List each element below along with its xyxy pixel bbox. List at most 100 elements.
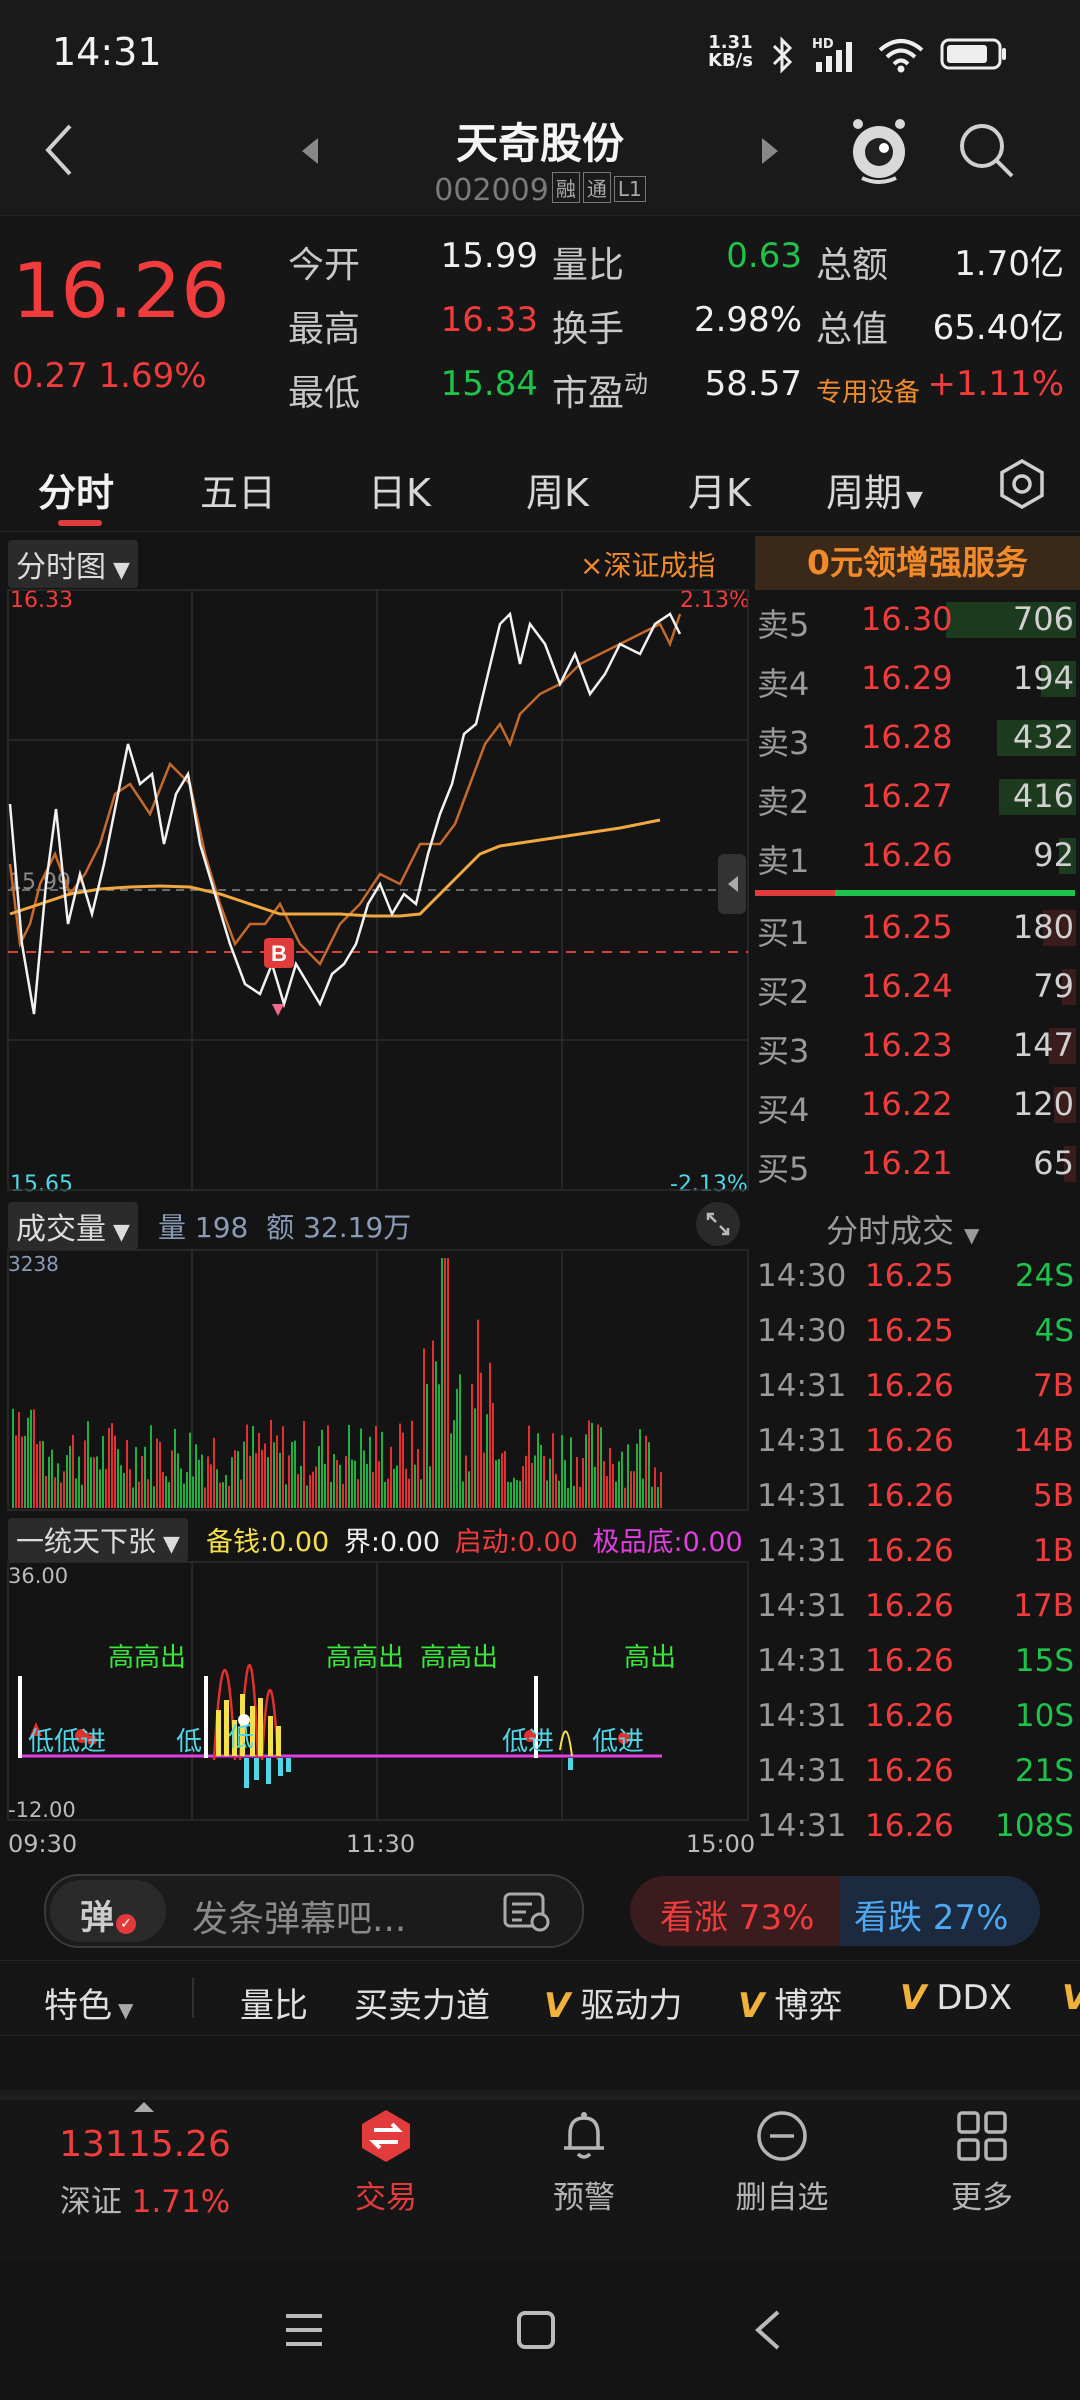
alert-button[interactable]: 预警 [524, 2108, 644, 2217]
tab-period[interactable]: 周期 ▼ [826, 462, 923, 517]
level-price: 16.26 [861, 836, 953, 874]
danmaku-toggle[interactable]: 弹 ✓ [50, 1880, 166, 1942]
volume-bar [111, 1423, 113, 1508]
trade-price: 16.26 [865, 1478, 954, 1514]
bid-row[interactable]: 买2 16.24 79 [755, 959, 1080, 1017]
volume-bar [69, 1445, 71, 1508]
chart-settings-icon[interactable] [994, 456, 1050, 512]
bear-vote-button[interactable]: 看跌 27% [840, 1876, 1040, 1946]
trade-button[interactable]: 交易 [326, 2108, 446, 2217]
ask-row[interactable]: 卖1 16.26 92 [755, 828, 1080, 886]
price-change: 0.27 1.69% [12, 356, 207, 396]
ask-row[interactable]: 卖2 16.27 416 [755, 769, 1080, 827]
sector-link[interactable]: 专用设备 [816, 372, 920, 409]
intraday-chart[interactable]: B [0, 584, 750, 1198]
home-icon[interactable] [516, 2310, 556, 2350]
index-row[interactable]: 深证 1.71% [0, 2176, 290, 2221]
market-cap-value: 65.40亿 [932, 308, 1064, 348]
menu-icon[interactable] [282, 2310, 326, 2350]
bull-vote-button[interactable]: 看涨 73% [630, 1876, 840, 1946]
indicator-panel-selector[interactable]: 一统天下张 ▼ [8, 1518, 188, 1562]
volume-ratio-label: 量比 [552, 245, 625, 286]
volume-bar [474, 1408, 476, 1508]
indicator-value-3: 启动:0.00 [454, 1527, 578, 1558]
volume-bar [114, 1435, 116, 1508]
trade-row: 14:31 16.26 5B [755, 1472, 1080, 1526]
volume-bar [453, 1420, 455, 1508]
volume-bar [534, 1455, 536, 1508]
volume-bar [462, 1481, 464, 1508]
tab-intraday[interactable]: 分时 [38, 462, 114, 517]
intraday-panel-selector[interactable]: 分时图 ▼ [8, 540, 138, 588]
volume-bar [351, 1459, 353, 1508]
tab-five-day[interactable]: 五日 [200, 462, 276, 517]
bid-row[interactable]: 买1 16.25 180 [755, 900, 1080, 958]
feature-menu[interactable]: 特色 ▼ [44, 1978, 133, 2027]
bid-row[interactable]: 买3 16.23 147 [755, 1018, 1080, 1076]
trade-price: 16.26 [865, 1808, 954, 1844]
volume-bar [417, 1449, 419, 1508]
volume-bar [345, 1456, 347, 1508]
trade-icon [362, 2110, 410, 2162]
tab-monthly-k[interactable]: 月K [688, 462, 751, 517]
volume-bar [588, 1420, 590, 1508]
tab-daily-k[interactable]: 日K [368, 462, 431, 517]
danmaku-settings-icon[interactable] [502, 1890, 550, 1934]
volume-bar [189, 1432, 191, 1508]
more-button[interactable]: 更多 [922, 2108, 1042, 2217]
trade-price: 16.26 [865, 1423, 954, 1459]
stock-code: 002009 [434, 173, 549, 208]
volume-bar [267, 1457, 269, 1508]
volume-bar [525, 1455, 527, 1508]
trade-volume: 24S [1014, 1258, 1074, 1294]
next-stock-icon[interactable] [758, 136, 782, 166]
volume-bar [375, 1425, 377, 1508]
assistant-mascot-icon[interactable] [846, 114, 912, 186]
compare-index-toggle[interactable]: ×深证成指 [580, 544, 715, 584]
trades-title[interactable]: 分时成交 ▼ [826, 1206, 979, 1252]
feature-driving-force[interactable]: V 驱动力 [544, 1978, 682, 2027]
ask-row[interactable]: 卖5 16.30 706 [755, 592, 1080, 650]
remove-watchlist-button[interactable]: 删自选 [722, 2108, 842, 2217]
back-nav-icon[interactable] [752, 2308, 784, 2352]
volume-bar [81, 1484, 83, 1508]
trade-volume: 5B [1033, 1478, 1074, 1514]
index-value[interactable]: 13115.26 [0, 2124, 290, 2165]
ask-row[interactable]: 卖3 16.28 432 [755, 710, 1080, 768]
search-icon[interactable] [956, 120, 1016, 180]
volume-panel-selector[interactable]: 成交量 ▼ [8, 1202, 138, 1250]
volume-bar [492, 1402, 494, 1508]
danmaku-input[interactable]: 发条弹幕吧... [192, 1890, 406, 1942]
volume-bar [168, 1482, 170, 1508]
feature-game[interactable]: V 博弈 [738, 1978, 842, 2027]
ask-row[interactable]: 卖4 16.29 194 [755, 651, 1080, 709]
volume-bar [12, 1408, 14, 1508]
volume-bar [429, 1466, 431, 1508]
volume-bar [39, 1441, 41, 1508]
bid-row[interactable]: 买4 16.22 120 [755, 1077, 1080, 1135]
promo-banner[interactable]: 0元领增强服务 [755, 536, 1080, 590]
volume-bar [339, 1464, 341, 1508]
low-value: 15.84 [440, 364, 538, 404]
volume-bar [354, 1460, 356, 1508]
indicator-values: 备钱:0.00 界:0.00 启动:0.00 极品底:0.00 [206, 1520, 743, 1559]
chevron-up-icon[interactable] [132, 2100, 156, 2114]
volume-bar [15, 1435, 17, 1508]
feature-ddx[interactable]: V DDX [900, 1978, 1012, 2018]
bid-row[interactable]: 买5 16.21 65 [755, 1136, 1080, 1194]
level-price: 16.25 [861, 908, 953, 946]
volume-bar [78, 1456, 80, 1508]
trade-time: 14:31 [757, 1533, 847, 1569]
volume-bar [585, 1434, 587, 1508]
volume-bar [30, 1409, 32, 1508]
feature-volume-ratio[interactable]: 量比 [240, 1978, 308, 2027]
expand-icon[interactable] [694, 1200, 742, 1248]
volume-bar [138, 1481, 140, 1508]
volume-bar [150, 1425, 152, 1508]
indicator-chart: 高高出 高高出 高高出 高出 低低进 低 低 低进 低进 [7, 1561, 749, 1821]
market-cap-label: 总值 [816, 309, 889, 350]
volume-bar [357, 1479, 359, 1508]
volume-bar [279, 1452, 281, 1508]
feature-buy-sell-force[interactable]: 买卖力道 [354, 1978, 490, 2027]
tab-weekly-k[interactable]: 周K [526, 462, 589, 517]
